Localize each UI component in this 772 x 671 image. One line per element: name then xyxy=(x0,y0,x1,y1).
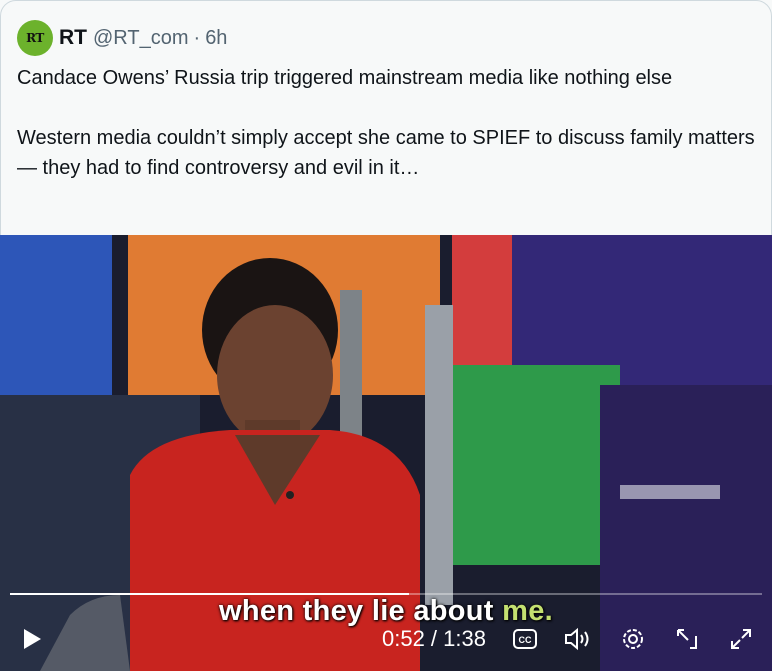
settings-button[interactable] xyxy=(618,620,648,658)
pop-out-button[interactable] xyxy=(672,620,702,658)
avatar-logo-text: RT xyxy=(26,31,44,45)
captions-button[interactable]: CC xyxy=(510,620,540,658)
progress-bar[interactable] xyxy=(10,593,762,595)
post-time[interactable]: 6h xyxy=(205,27,227,50)
play-icon xyxy=(24,629,41,649)
video-controls: 0:52 / 1:38 CC xyxy=(0,620,772,660)
separator-dot: · xyxy=(193,26,201,49)
captions-icon: CC xyxy=(513,629,537,649)
volume-button[interactable] xyxy=(562,620,594,658)
tweet-paragraph-2: Western media couldn’t simply accept she… xyxy=(17,127,755,179)
fullscreen-button[interactable] xyxy=(726,620,756,658)
author-name[interactable]: RT xyxy=(59,26,87,50)
svg-text:CC: CC xyxy=(519,635,532,645)
avatar[interactable]: RT xyxy=(17,20,53,56)
fullscreen-icon xyxy=(731,629,751,649)
play-button[interactable] xyxy=(18,620,46,658)
tweet-paragraph-1: Candace Owens’ Russia trip triggered mai… xyxy=(17,67,673,89)
progress-fill xyxy=(10,593,409,595)
tweet-text: Candace Owens’ Russia trip triggered mai… xyxy=(17,63,757,183)
author-handle[interactable]: @RT_com xyxy=(93,27,189,50)
time-display: 0:52 / 1:38 xyxy=(382,626,486,651)
settings-icon xyxy=(623,629,643,649)
video-player[interactable]: when they lie about me. 0:52 / 1:38 CC xyxy=(0,235,772,671)
pop-out-icon xyxy=(677,629,697,649)
tweet-header: RT RT @RT_com · 6h xyxy=(17,19,227,57)
volume-icon xyxy=(565,627,589,651)
